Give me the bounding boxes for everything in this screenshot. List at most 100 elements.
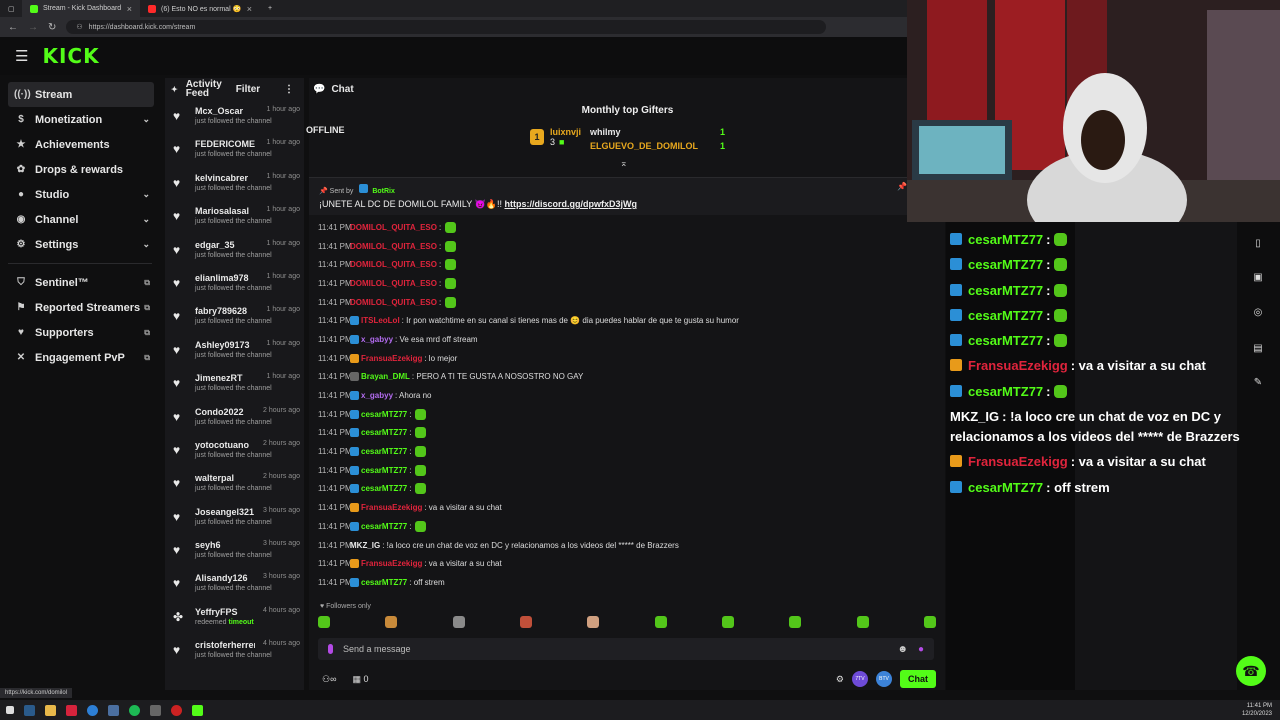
feed-username[interactable]: Alisandy126 bbox=[195, 573, 248, 583]
emote-icon[interactable] bbox=[385, 616, 398, 628]
sidebar-item[interactable]: ⛉ Sentinel™ ⧉ bbox=[8, 270, 154, 295]
bttv-button[interactable]: BTV bbox=[876, 671, 892, 687]
settings-icon[interactable]: ⚙ bbox=[836, 674, 844, 685]
emote-icon[interactable] bbox=[452, 616, 465, 628]
spotify-icon[interactable] bbox=[129, 704, 140, 716]
feed-username[interactable]: cristoferherrer bbox=[195, 640, 255, 650]
message-username[interactable]: FransuaEzekigg bbox=[361, 559, 422, 568]
site-info-icon[interactable]: ⚇ bbox=[76, 23, 82, 31]
emote-icon[interactable] bbox=[587, 616, 600, 628]
unpin-icon[interactable]: 📌 bbox=[897, 182, 907, 191]
mobile-icon[interactable]: ▯ bbox=[1251, 238, 1265, 252]
emote-icon[interactable] bbox=[318, 616, 330, 628]
more-options-icon[interactable]: ⋮ bbox=[284, 84, 294, 95]
feed-username[interactable]: yotocotuano bbox=[195, 440, 249, 450]
emote-icon[interactable] bbox=[721, 616, 734, 628]
message-username[interactable]: x_gabyy bbox=[361, 335, 393, 344]
message-username[interactable]: x_gabyy bbox=[361, 391, 393, 400]
message-username[interactable]: cesarMTZ77 bbox=[361, 484, 407, 493]
chat-input[interactable]: Send a message ☻ ● bbox=[318, 638, 934, 660]
discord-link[interactable]: https://discord.gg/dpwfxD3jWg bbox=[504, 199, 637, 209]
close-tab-icon[interactable]: × bbox=[127, 4, 132, 14]
sidebar-item[interactable]: ⚑ Reported Streamers ⧉ bbox=[8, 295, 154, 320]
sidebar-item[interactable]: ◉ Channel ⌄ bbox=[8, 207, 154, 232]
feed-username[interactable]: YeffryFPS bbox=[195, 607, 238, 617]
browser-tab[interactable]: Stream - Kick Dashboard × bbox=[22, 0, 140, 17]
message-username[interactable]: cesarMTZ77 bbox=[361, 466, 407, 475]
feed-username[interactable]: kelvincabrer bbox=[195, 173, 248, 183]
feed-username[interactable]: edgar_35 bbox=[195, 240, 235, 250]
message-username[interactable]: FransuaEzekigg bbox=[361, 503, 422, 512]
microphone-icon[interactable] bbox=[328, 644, 333, 654]
message-username[interactable]: MKZ_IG bbox=[350, 541, 380, 550]
browser-icon[interactable] bbox=[87, 704, 98, 716]
url-input[interactable]: ⚇ https://dashboard.kick.com/stream bbox=[66, 20, 827, 34]
feed-username[interactable]: fabry789628 bbox=[195, 306, 247, 316]
users-icon[interactable]: ⚇∞ bbox=[322, 674, 336, 685]
monitor-app-icon[interactable] bbox=[24, 704, 35, 716]
start-icon[interactable] bbox=[6, 706, 14, 714]
feed-username[interactable]: Mariosalasal bbox=[195, 206, 249, 216]
message-username[interactable]: cesarMTZ77 bbox=[361, 522, 407, 531]
collapse-icon[interactable]: ⌅ bbox=[620, 158, 628, 169]
back-icon[interactable]: ← bbox=[8, 22, 18, 33]
close-tab-icon[interactable]: × bbox=[247, 4, 252, 14]
sidebar-item[interactable]: ⚙ Settings ⌄ bbox=[8, 232, 154, 257]
message-username[interactable]: DOMILOL_QUITA_ESO bbox=[350, 242, 437, 251]
message-username[interactable]: cesarMTZ77 bbox=[361, 578, 407, 587]
kick-logo[interactable]: KICK bbox=[42, 44, 99, 68]
feed-username[interactable]: FEDERICOME bbox=[195, 139, 255, 149]
seven-tv-emote-icon[interactable]: ● bbox=[918, 644, 924, 655]
system-clock[interactable]: 11:41 PM 12/20/2023 bbox=[1242, 702, 1272, 718]
feed-username[interactable]: JimenezRT bbox=[195, 373, 243, 383]
steam-icon[interactable] bbox=[108, 704, 119, 716]
seven-tv-button[interactable]: 7TV bbox=[852, 671, 868, 687]
message-username[interactable]: DOMILOL_QUITA_ESO bbox=[350, 298, 437, 307]
sidebar-item[interactable]: ✕ Engagement PvP ⧉ bbox=[8, 345, 154, 370]
feed-username[interactable]: Joseangel321 bbox=[195, 507, 254, 517]
message-username[interactable]: cesarMTZ77 bbox=[361, 447, 407, 456]
emote-icon[interactable] bbox=[856, 616, 869, 628]
message-username[interactable]: Brayan_DML bbox=[361, 372, 410, 381]
message-username[interactable]: cesarMTZ77 bbox=[361, 410, 407, 419]
filter-button[interactable]: Filter bbox=[236, 84, 260, 95]
message-username[interactable]: ITSLeoLol bbox=[361, 316, 400, 325]
emote-icon[interactable] bbox=[789, 616, 802, 628]
sidebar-item[interactable]: $ Monetization ⌄ bbox=[8, 107, 154, 132]
message-username[interactable]: cesarMTZ77 bbox=[361, 428, 407, 437]
feed-username[interactable]: Ashley09173 bbox=[195, 340, 250, 350]
layout-icon[interactable]: ▤ bbox=[1251, 343, 1265, 357]
help-chat-icon[interactable]: ☎ bbox=[1236, 656, 1266, 686]
feed-username[interactable]: seyh6 bbox=[195, 540, 221, 550]
broadcast-icon[interactable]: ◎ bbox=[1251, 307, 1265, 321]
browser-tab[interactable]: (6) Esto NO es normal 😳 | La Kill... × bbox=[140, 0, 260, 17]
message-username[interactable]: DOMILOL_QUITA_ESO bbox=[350, 223, 437, 232]
emote-icon[interactable] bbox=[654, 616, 667, 628]
pinned-bot-name[interactable]: BotRix bbox=[372, 188, 395, 195]
pen-icon[interactable] bbox=[150, 704, 161, 716]
chat-send-button[interactable]: Chat bbox=[900, 670, 936, 688]
reload-icon[interactable]: ↻ bbox=[48, 22, 56, 33]
recorder-icon[interactable] bbox=[171, 704, 182, 716]
sidebar-item[interactable]: ● Studio ⌄ bbox=[8, 182, 154, 207]
sidebar-item[interactable]: ★ Achievements bbox=[8, 132, 154, 157]
emote-icon[interactable] bbox=[519, 616, 532, 628]
emoji-icon[interactable]: ☻ bbox=[897, 644, 908, 655]
chat-icon[interactable]: ▣ bbox=[1251, 272, 1265, 286]
feed-username[interactable]: walterpal bbox=[195, 473, 234, 483]
message-username[interactable]: DOMILOL_QUITA_ESO bbox=[350, 260, 437, 269]
menu-icon[interactable]: ☰ bbox=[15, 47, 28, 65]
app-icon[interactable] bbox=[66, 704, 77, 716]
forward-icon[interactable]: → bbox=[28, 22, 38, 33]
feed-username[interactable]: Mcx_Oscar bbox=[195, 106, 243, 116]
feed-username[interactable]: elianlima978 bbox=[195, 273, 249, 283]
wrench-icon[interactable]: ✎ bbox=[1251, 377, 1265, 391]
message-username[interactable]: FransuaEzekigg bbox=[361, 354, 422, 363]
pin-icon[interactable]: ✦ bbox=[171, 85, 178, 94]
sidebar-item[interactable]: ✿ Drops & rewards bbox=[8, 157, 154, 182]
kick-app-icon[interactable] bbox=[192, 704, 203, 716]
folder-icon[interactable] bbox=[45, 704, 56, 716]
window-menu-icon[interactable]: ▢ bbox=[0, 0, 22, 17]
message-username[interactable]: DOMILOL_QUITA_ESO bbox=[350, 279, 437, 288]
sidebar-item[interactable]: ((·)) Stream bbox=[8, 82, 154, 107]
